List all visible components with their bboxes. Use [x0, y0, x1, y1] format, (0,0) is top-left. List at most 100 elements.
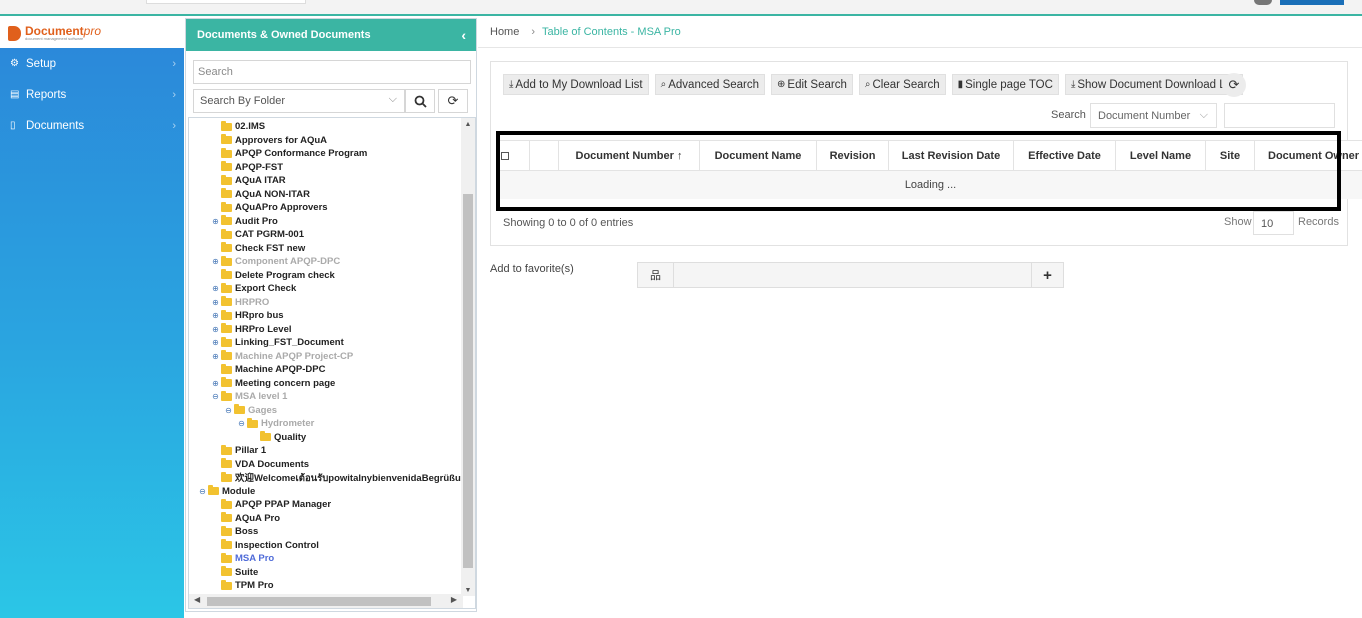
tree-item[interactable]: APQP Conformance Program	[189, 147, 461, 161]
tree-item[interactable]: Boss	[189, 525, 461, 539]
global-search-input[interactable]	[146, 0, 306, 4]
tree-item[interactable]: ⊕ Audit Pro	[189, 215, 461, 229]
tree-item[interactable]: APQP PPAP Manager	[189, 498, 461, 512]
tree-item[interactable]: Approvers for AQuA	[189, 134, 461, 148]
add-favorite-button[interactable]: +	[1031, 263, 1063, 287]
folder-search-input[interactable]: Search	[193, 60, 471, 84]
tree-item[interactable]: ⊕ Component APQP-DPC	[189, 255, 461, 269]
collapse-node-icon[interactable]: ⊖	[236, 419, 247, 428]
tree-item[interactable]: Delete Program check	[189, 269, 461, 283]
folder-icon	[221, 215, 232, 226]
nav-item-reports[interactable]: ▤ Reports ›	[0, 79, 184, 110]
refresh-icon: ⟳	[1228, 77, 1240, 92]
refresh-table-button[interactable]: ⟳	[1222, 73, 1246, 97]
tree-item[interactable]: ⊕ Meeting concern page	[189, 377, 461, 391]
tree-item[interactable]: ⊕ HRPro Level	[189, 323, 461, 337]
chevron-right-icon: ›	[531, 26, 536, 38]
tree-item-label: Machine APQP Project-CP	[235, 350, 354, 362]
expand-node-icon[interactable]: ⊕	[210, 217, 221, 226]
chevron-right-icon: ›	[172, 57, 176, 70]
expand-node-icon[interactable]: ⊕	[210, 325, 221, 334]
tree-item[interactable]: ⊕ HRpro bus	[189, 309, 461, 323]
folder-icon	[221, 377, 232, 388]
folder-icon	[221, 336, 232, 347]
expand-node-icon[interactable]: ⊕	[210, 379, 221, 388]
tree-item[interactable]: ⊕ HRPRO	[189, 296, 461, 310]
tree-item[interactable]: ⊖ MSA level 1	[189, 390, 461, 404]
scroll-right-icon[interactable]: ▶	[451, 595, 457, 604]
tree-item[interactable]: Suite	[189, 566, 461, 580]
user-avatar[interactable]	[1254, 0, 1272, 5]
tree-vertical-scrollbar[interactable]: ▲ ▼	[461, 118, 475, 596]
scroll-up-icon[interactable]: ▲	[461, 121, 475, 128]
expand-node-icon[interactable]: ⊕	[210, 284, 221, 293]
chevron-down-icon: ⌵	[388, 93, 397, 105]
tree-item-label: Approvers for AQuA	[235, 134, 328, 146]
tree-item[interactable]: AQuA NON-ITAR	[189, 188, 461, 202]
tree-item-label: Export Check	[235, 283, 297, 295]
folder-refresh-button[interactable]: ⟳	[438, 89, 468, 113]
tree-item[interactable]: CAT PGRM-001	[189, 228, 461, 242]
advanced-search-button[interactable]: ⌕ Advanced Search	[654, 74, 766, 95]
tree-item[interactable]: AQuA Pro	[189, 512, 461, 526]
folder-filter-select[interactable]: Search By Folder ⌵	[193, 89, 405, 113]
tree-scroll-thumb[interactable]	[463, 194, 473, 568]
collapse-node-icon[interactable]: ⊖	[197, 487, 208, 496]
nav-item-documents[interactable]: ▯ Documents ›	[0, 110, 184, 141]
tree-item[interactable]: Pillar 1	[189, 444, 461, 458]
tree-item[interactable]: ⊖ Module	[189, 485, 461, 499]
folder-panel-header: Documents & Owned Documents ‹	[186, 19, 476, 51]
nav-item-setup[interactable]: ⚙ Setup ›	[0, 48, 184, 79]
breadcrumb-home[interactable]: Home	[490, 26, 519, 38]
tree-item[interactable]: AQuAPro Approvers	[189, 201, 461, 215]
collapse-node-icon[interactable]: ⊖	[210, 392, 221, 401]
expand-node-icon[interactable]: ⊕	[210, 298, 221, 307]
page-size-input[interactable]: 10	[1253, 211, 1294, 235]
single-page-toc-button[interactable]: ▮ Single page TOC	[951, 74, 1059, 95]
clear-search-button[interactable]: ⌕ Clear Search	[858, 74, 946, 95]
scroll-left-icon[interactable]: ◀	[194, 595, 200, 604]
user-menu-button[interactable]	[1280, 0, 1344, 5]
tree-item[interactable]: TPM Pro	[189, 579, 461, 593]
collapse-panel-icon[interactable]: ‹	[461, 27, 466, 43]
expand-node-icon[interactable]: ⊕	[210, 311, 221, 320]
search-input[interactable]	[1224, 103, 1335, 128]
folder-search-button[interactable]	[405, 89, 435, 113]
chevron-down-icon: ⌵	[1199, 109, 1208, 121]
favorites-tree-button[interactable]: 品	[638, 263, 674, 287]
add-to-download-list-button[interactable]: ⤓ Add to My Download List	[503, 74, 649, 95]
tree-item[interactable]: MSA Pro	[189, 552, 461, 566]
chevron-right-icon: ›	[172, 119, 176, 132]
tree-item[interactable]: ⊕ Export Check	[189, 282, 461, 296]
tree-item[interactable]: 欢迎Welcomeเต้อนรับpowitalnybienvenidaBegr…	[189, 471, 461, 485]
show-download-list-button[interactable]: ⤓ Show Document Download List	[1064, 74, 1244, 95]
tree-item[interactable]: ⊕ Machine APQP Project-CP	[189, 350, 461, 364]
tree-item[interactable]: APQP-FST	[189, 161, 461, 175]
tree-item[interactable]: Inspection Control	[189, 539, 461, 553]
tree-item-label: MSA level 1	[235, 391, 288, 403]
tree-item[interactable]: ⊕ Linking_FST_Document	[189, 336, 461, 350]
edit-search-button[interactable]: ⊕ Edit Search	[771, 74, 853, 95]
tree-item[interactable]: 02.IMS	[189, 120, 461, 134]
tree-item[interactable]: ⊖ Gages	[189, 404, 461, 418]
expand-node-icon[interactable]: ⊕	[210, 257, 221, 266]
search-label: Search	[1051, 109, 1086, 121]
favorites-input[interactable]	[674, 263, 1032, 287]
toc-toolbar: ⤓ Add to My Download List ⌕ Advanced Searc…	[503, 74, 1244, 95]
folder-icon	[221, 471, 232, 482]
app-logo[interactable]: Documentpro document management software	[0, 18, 184, 48]
tree-item[interactable]: AQuA ITAR	[189, 174, 461, 188]
tree-horizontal-scrollbar[interactable]: ◀ ▶	[189, 594, 463, 608]
expand-node-icon[interactable]: ⊕	[210, 338, 221, 347]
scroll-down-icon[interactable]: ▼	[461, 587, 475, 594]
tree-item[interactable]: Quality	[189, 431, 461, 445]
tree-item[interactable]: ⊖ Hydrometer	[189, 417, 461, 431]
tree-hscroll-thumb[interactable]	[207, 597, 431, 606]
breadcrumb-current[interactable]: Table of Contents - MSA Pro	[542, 26, 681, 38]
search-field-select[interactable]: Document Number ⌵	[1090, 103, 1217, 128]
collapse-node-icon[interactable]: ⊖	[223, 406, 234, 415]
expand-node-icon[interactable]: ⊕	[210, 352, 221, 361]
tree-item[interactable]: Check FST new	[189, 242, 461, 256]
tree-item-label: Quality	[274, 431, 307, 443]
tree-item[interactable]: Machine APQP-DPC	[189, 363, 461, 377]
